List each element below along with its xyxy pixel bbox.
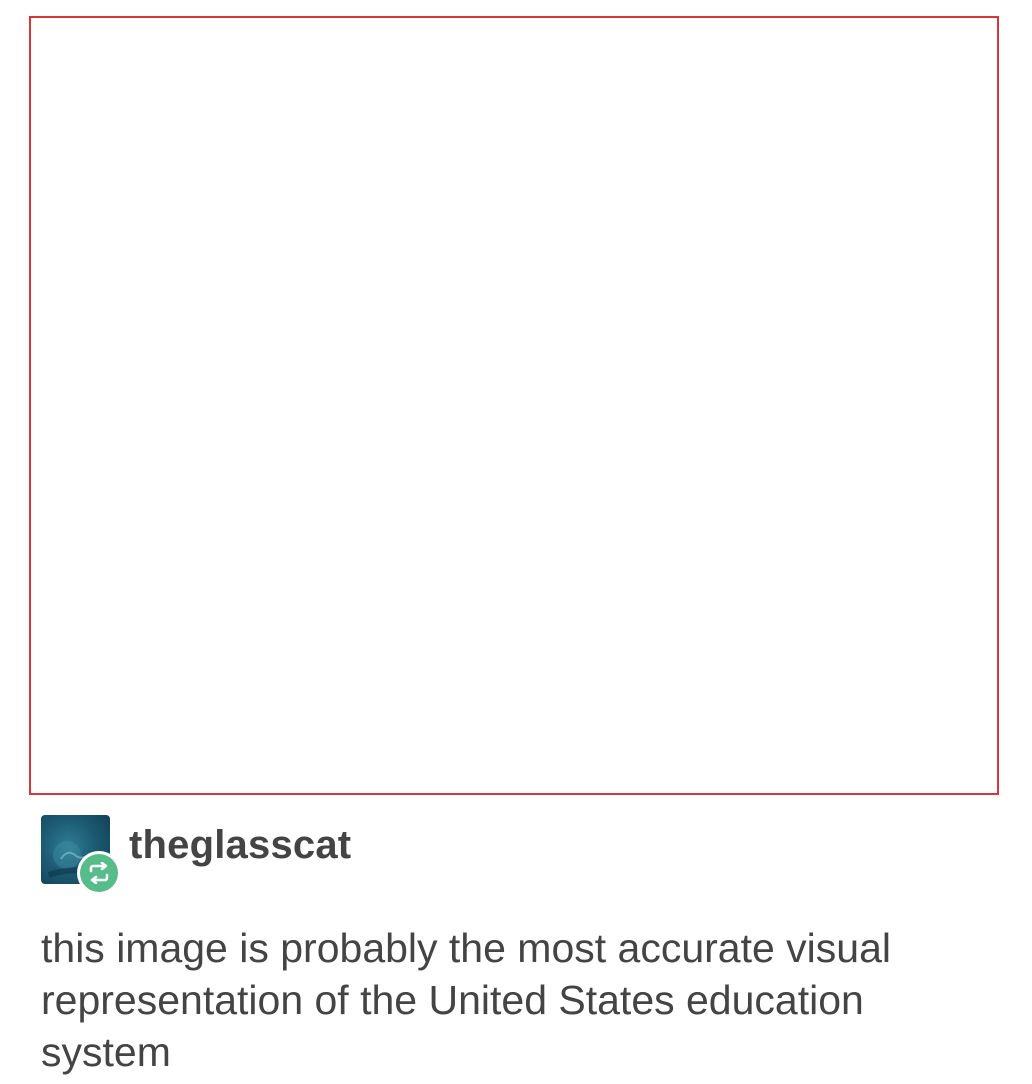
reblog-badge — [77, 850, 121, 895]
author-avatar-wrap[interactable] — [41, 814, 121, 895]
post-image[interactable] — [29, 16, 999, 795]
author-username[interactable]: theglasscat — [129, 823, 351, 868]
reblog-icon — [89, 861, 109, 884]
reblog-badge-inner — [80, 853, 118, 892]
post-body-text: this image is probably the most accurate… — [41, 925, 892, 1075]
post-header: theglasscat — [41, 809, 351, 895]
